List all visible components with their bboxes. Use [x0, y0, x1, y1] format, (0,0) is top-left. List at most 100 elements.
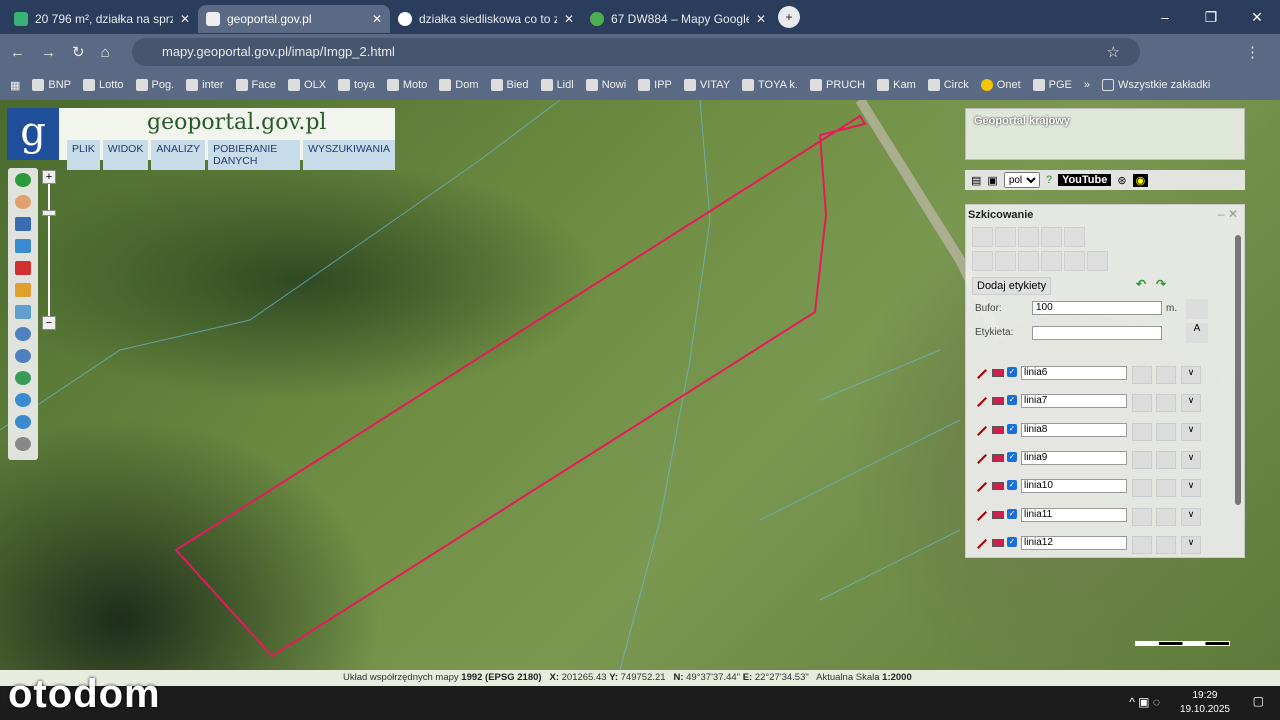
close-icon[interactable]: ✕ — [372, 12, 382, 26]
line-name-input[interactable]: linia9 — [1021, 450, 1127, 465]
bookmark[interactable]: Kam — [877, 79, 916, 91]
pencil-icon[interactable] — [15, 283, 31, 297]
visibility-checkbox[interactable]: ✓ — [1007, 508, 1017, 519]
arrow-back-icon[interactable] — [15, 393, 31, 407]
bookmark[interactable]: Dom — [439, 79, 479, 91]
tab-google-maps[interactable]: 67 DW884 – Mapy Google ✕ — [582, 5, 774, 33]
text-style-icon[interactable]: A — [1186, 323, 1208, 343]
apps-icon[interactable]: ▦ — [10, 79, 20, 92]
label-input[interactable] — [1032, 326, 1162, 340]
menu-plik[interactable]: PLIK — [67, 140, 100, 170]
draw-point-icon[interactable] — [972, 227, 993, 247]
line-name-input[interactable]: linia7 — [1021, 394, 1127, 409]
more-bookmarks-icon[interactable]: » — [1084, 79, 1090, 91]
bookmark-star-icon[interactable]: ☆ — [1107, 43, 1120, 61]
bookmark[interactable]: Bied — [490, 79, 529, 91]
chevron-down-icon[interactable]: ∨ — [1181, 507, 1201, 526]
select-icon[interactable] — [995, 251, 1016, 271]
color-swatch[interactable] — [992, 538, 1004, 547]
menu-icon[interactable]: ⋮ — [1245, 43, 1260, 61]
bookmark[interactable]: Lotto — [83, 79, 124, 91]
accessibility-icon[interactable]: ⊛ — [1117, 174, 1126, 187]
panel-close-icon[interactable]: – ✕ — [1218, 207, 1238, 221]
crosshair-icon[interactable] — [15, 437, 31, 451]
print-icon[interactable]: ▤ — [971, 174, 981, 187]
zoom-to-line-icon[interactable] — [1156, 507, 1176, 526]
menu-pobieranie-danych[interactable]: POBIERANIE DANYCH — [208, 140, 301, 170]
draw-line-icon[interactable] — [995, 227, 1016, 247]
erase-area-icon[interactable] — [15, 261, 31, 275]
draw-freehand-icon[interactable] — [1064, 227, 1085, 247]
info-icon[interactable] — [15, 173, 31, 187]
panel-scrollbar[interactable] — [1235, 235, 1241, 505]
chevron-down-icon[interactable]: ∨ — [1181, 366, 1201, 384]
erase-line-icon[interactable] — [1132, 366, 1152, 384]
zoom-to-line-icon[interactable] — [1156, 450, 1176, 469]
bookmark[interactable]: inter — [186, 79, 224, 91]
contrast-eye-icon[interactable]: ◉ — [1132, 173, 1149, 187]
visibility-checkbox[interactable]: ✓ — [1007, 395, 1017, 406]
notifications-icon[interactable]: ▢ — [1253, 694, 1264, 708]
chevron-down-icon[interactable]: ∨ — [1181, 394, 1201, 413]
import-icon[interactable] — [972, 251, 993, 271]
zoom-to-line-icon[interactable] — [1156, 394, 1176, 413]
chevron-down-icon[interactable]: ∨ — [1181, 535, 1201, 554]
line-name-input[interactable]: linia6 — [1021, 366, 1127, 380]
delete-icon[interactable] — [1041, 251, 1062, 271]
color-swatch[interactable] — [992, 397, 1004, 406]
draw-polyline-icon[interactable] — [1018, 227, 1039, 247]
copy-icon[interactable] — [1064, 251, 1085, 271]
bookmark[interactable]: Onet — [980, 79, 1021, 91]
bookmark[interactable]: OLX — [288, 79, 326, 91]
close-icon[interactable]: ✕ — [180, 12, 190, 26]
tray-icons[interactable]: ^ ▣ ◌ — [1129, 695, 1160, 709]
bookmark[interactable]: TOYA k. — [742, 79, 798, 91]
address-bar[interactable]: mapy.geoportal.gov.pl/imap/Imgp_2.html — [132, 38, 1140, 66]
wms-icon[interactable]: ▣ — [987, 174, 997, 187]
home-icon[interactable]: ⌂ — [101, 44, 110, 61]
bookmark[interactable]: toya — [338, 79, 375, 91]
line-name-input[interactable]: linia11 — [1021, 507, 1127, 522]
map-canvas[interactable]: g geoportal.gov.pl PLIK WIDOK ANALIZY PO… — [0, 100, 1280, 670]
overview-map[interactable]: Geoportal krajowy — [965, 108, 1245, 160]
zoom-to-line-icon[interactable] — [1156, 366, 1176, 384]
chevron-down-icon[interactable]: ∨ — [1181, 422, 1201, 441]
bookmark[interactable]: BNP — [32, 79, 71, 91]
select-area-icon[interactable] — [15, 239, 31, 253]
bookmark[interactable]: Moto — [386, 79, 427, 91]
legend-icon[interactable] — [15, 217, 31, 231]
edit-icon[interactable] — [1018, 251, 1039, 271]
zoom-out-icon[interactable] — [15, 349, 31, 363]
zoom-plus-button[interactable]: + — [42, 170, 56, 184]
bookmark[interactable]: Face — [235, 79, 276, 91]
erase-line-icon[interactable] — [1132, 535, 1152, 554]
bookmark[interactable]: Nowi — [585, 79, 626, 91]
tab-geoportal[interactable]: geoportal.gov.pl ✕ — [198, 5, 390, 33]
erase-line-icon[interactable] — [1132, 507, 1152, 526]
help-icon[interactable]: ? — [1046, 174, 1052, 186]
bookmark[interactable]: IPP — [638, 79, 672, 91]
window-close-icon[interactable]: ✕ — [1234, 0, 1280, 34]
add-labels-button[interactable]: Dodaj etykiety — [972, 277, 1052, 295]
close-icon[interactable]: ✕ — [564, 12, 574, 26]
all-bookmarks[interactable]: Wszystkie zakładki — [1102, 79, 1210, 91]
zoom-to-line-icon[interactable] — [1156, 479, 1176, 498]
menu-analizy[interactable]: ANALIZY — [151, 140, 206, 170]
color-swatch[interactable] — [992, 453, 1004, 462]
bookmark[interactable]: Pog. — [135, 79, 174, 91]
draw-polygon-icon[interactable] — [1041, 227, 1062, 247]
zoom-to-line-icon[interactable] — [1156, 535, 1176, 554]
tab-otodom[interactable]: 20 796 m², działka na sprzedaż ✕ — [6, 5, 198, 33]
zoom-handle[interactable] — [42, 210, 56, 216]
line-name-input[interactable]: linia12 — [1021, 535, 1127, 550]
tab-google-search[interactable]: działka siedliskowa co to znaczy ✕ — [390, 5, 582, 33]
line-name-input[interactable]: linia8 — [1021, 422, 1127, 437]
youtube-button[interactable]: YouTube — [1057, 174, 1112, 186]
line-name-input[interactable]: linia10 — [1021, 479, 1127, 494]
chevron-down-icon[interactable]: ∨ — [1181, 479, 1201, 498]
visibility-checkbox[interactable]: ✓ — [1007, 480, 1017, 491]
color-swatch[interactable] — [992, 510, 1004, 519]
color-swatch[interactable] — [992, 482, 1004, 491]
menu-widok[interactable]: WIDOK — [102, 140, 149, 170]
undo-icon[interactable]: ↶ — [1136, 277, 1146, 291]
